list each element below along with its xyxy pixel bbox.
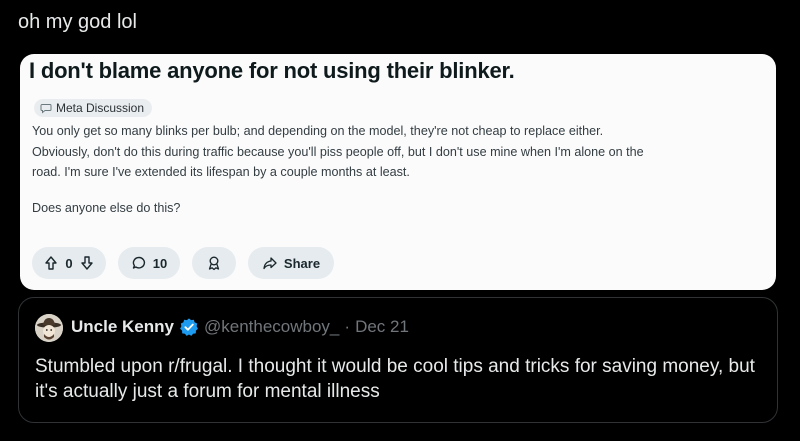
award-icon [208, 256, 220, 271]
vote-count: 0 [65, 255, 73, 271]
post-body-line: Obviously, don't do this during traffic … [32, 145, 644, 159]
upvote-arrow-icon[interactable] [43, 255, 59, 271]
verified-badge-icon [179, 317, 199, 337]
quoted-tweet-text: Stumbled upon r/frugal. I thought it wou… [35, 356, 755, 402]
share-arrow-icon [263, 257, 277, 270]
award-button[interactable] [192, 247, 236, 279]
post-body-line: You only get so many blinks per bulb; an… [32, 124, 604, 138]
tweet-date[interactable]: Dec 21 [355, 317, 409, 337]
cowboy-avatar-icon [35, 314, 63, 342]
author-row: Uncle Kenny @kenthecowboy_ · Dec 21 [71, 317, 409, 337]
post-title: I don't blame anyone for not using their… [29, 58, 515, 83]
share-label: Share [283, 255, 321, 271]
speech-bubble-icon [40, 104, 52, 114]
reddit-post-screenshot: I don't blame anyone for not using their… [20, 54, 776, 290]
author-handle[interactable]: @kenthecowboy_ [204, 317, 339, 337]
separator-dot: · [344, 317, 351, 336]
avatar[interactable] [35, 314, 63, 342]
quoted-tweet[interactable]: Uncle Kenny @kenthecowboy_ · Dec 21 Stum… [18, 297, 778, 423]
flair-label: Meta Discussion [56, 101, 145, 115]
comments-button[interactable]: 10 [118, 247, 180, 279]
share-button[interactable]: Share [248, 247, 334, 279]
vote-control[interactable]: 0 [32, 247, 106, 279]
post-body-line: road. I'm sure I've extended its lifespa… [32, 165, 410, 179]
author-name[interactable]: Uncle Kenny [71, 317, 174, 337]
post-body-line: Does anyone else do this? [32, 201, 181, 215]
post-flair: Meta Discussion [34, 99, 153, 117]
downvote-arrow-icon[interactable] [79, 255, 95, 271]
tweet-text: oh my god lol [18, 11, 137, 33]
comment-bubble-icon [132, 256, 145, 269]
comment-count: 10 [152, 255, 168, 271]
